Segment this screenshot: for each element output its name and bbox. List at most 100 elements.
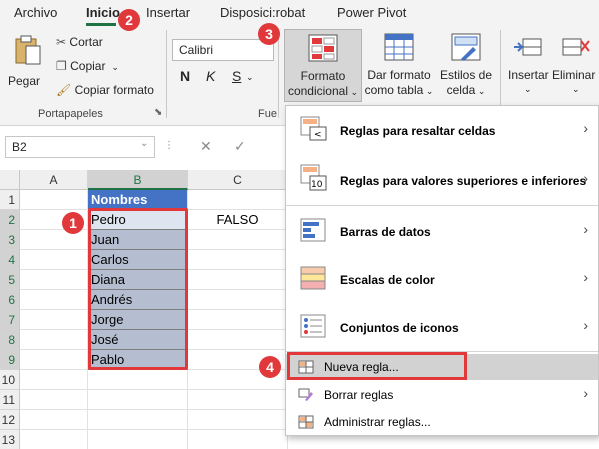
- row-header[interactable]: 4: [0, 250, 20, 270]
- cell[interactable]: [88, 370, 188, 390]
- menu-item-manage-rules[interactable]: Administrar reglas...: [286, 409, 598, 435]
- column-header-b[interactable]: B: [88, 170, 188, 190]
- cell[interactable]: [20, 290, 88, 310]
- ribbon-separator: [278, 30, 279, 118]
- row-header[interactable]: 5: [0, 270, 20, 290]
- chevron-down-icon: ⌄: [348, 87, 359, 97]
- row-header[interactable]: 2: [0, 210, 20, 230]
- cell[interactable]: [188, 230, 288, 250]
- row-header[interactable]: 11: [0, 390, 20, 410]
- format-table-label-1: Dar formato: [367, 68, 431, 82]
- cell[interactable]: [20, 350, 88, 370]
- cell[interactable]: [20, 230, 88, 250]
- copy-format-button[interactable]: 🖌 Copiar formato: [56, 83, 154, 97]
- tab-archivo[interactable]: Archivo: [14, 5, 57, 20]
- cell[interactable]: [88, 410, 188, 430]
- menu-item-data-bars[interactable]: Barras de datos ›: [286, 208, 598, 255]
- cell[interactable]: [20, 370, 88, 390]
- cell[interactable]: [20, 390, 88, 410]
- chevron-down-icon: ⌄: [475, 86, 486, 96]
- cell[interactable]: [188, 290, 288, 310]
- row-header[interactable]: 1: [0, 190, 20, 210]
- top-bottom-rules-icon: 10: [300, 164, 327, 191]
- row-header[interactable]: 12: [0, 410, 20, 430]
- dialog-launcher-icon[interactable]: ⬊: [154, 107, 162, 118]
- chevron-right-icon: ›: [583, 221, 588, 237]
- bold-button[interactable]: N: [180, 68, 190, 84]
- conditional-format-button[interactable]: Formato condicional ⌄: [284, 29, 362, 102]
- chevron-down-icon[interactable]: ⌄: [140, 138, 148, 149]
- delete-label: Eliminar: [552, 68, 596, 82]
- cancel-icon[interactable]: ✕: [200, 138, 212, 155]
- cell[interactable]: [188, 250, 288, 270]
- cell[interactable]: [20, 310, 88, 330]
- row-header[interactable]: 6: [0, 290, 20, 310]
- cell[interactable]: [188, 390, 288, 410]
- cell[interactable]: [188, 430, 288, 449]
- cell[interactable]: [20, 190, 88, 210]
- tab-inicio[interactable]: Inicio: [86, 5, 120, 20]
- chevron-down-icon: ⌄: [108, 62, 119, 72]
- tab-power-pivot[interactable]: Power Pivot: [337, 5, 406, 20]
- enter-icon[interactable]: ✓: [234, 138, 246, 155]
- cell[interactable]: [188, 190, 288, 210]
- select-all-corner[interactable]: [0, 170, 20, 190]
- new-rule-highlight: [287, 352, 467, 380]
- menu-item-clear-rules[interactable]: Borrar reglas ›: [286, 382, 598, 408]
- data-bars-icon: [300, 218, 326, 242]
- cut-button[interactable]: ✂ Cortar: [56, 35, 103, 49]
- column-header-a[interactable]: A: [20, 170, 88, 190]
- menu-item-top-bottom-rules[interactable]: 10 Reglas para valores superiores e infe…: [286, 156, 598, 203]
- paste-label: Pegar: [8, 74, 41, 88]
- cell[interactable]: [188, 310, 288, 330]
- menu-bar: Archivo Inicio Insertar Disposici:robat …: [0, 0, 599, 26]
- copy-button[interactable]: ❐ Copiar ⌄: [56, 59, 119, 73]
- tab-insertar[interactable]: Insertar: [146, 5, 190, 20]
- delete-cells-button[interactable]: Eliminar ⌄: [552, 29, 599, 102]
- step-badge: 4: [259, 356, 281, 378]
- cell[interactable]: [20, 250, 88, 270]
- clipboard-group-label: Portapapeles: [38, 108, 103, 120]
- cell[interactable]: [88, 390, 188, 410]
- row-header[interactable]: 9: [0, 350, 20, 370]
- cell[interactable]: [20, 410, 88, 430]
- step-badge: 1: [62, 212, 84, 234]
- table-format-icon: [384, 33, 414, 61]
- tab-disposicion[interactable]: Disposici:robat: [220, 5, 305, 20]
- menu-item-highlight-rules[interactable]: < Reglas para resaltar celdas ›: [286, 106, 598, 153]
- font-group-label: Fue: [258, 108, 277, 120]
- chevron-right-icon: ›: [583, 385, 588, 401]
- cell-c2[interactable]: FALSO: [188, 210, 288, 230]
- cell[interactable]: [188, 410, 288, 430]
- row-header[interactable]: 7: [0, 310, 20, 330]
- scissors-icon: ✂: [56, 35, 67, 49]
- menu-item-color-scales[interactable]: Escalas de color ›: [286, 256, 598, 303]
- column-header-c[interactable]: C: [188, 170, 288, 190]
- chevron-down-icon[interactable]: ⌄: [246, 72, 254, 83]
- cell[interactable]: [20, 330, 88, 350]
- menu-item-label: Reglas para valores superiores e inferio…: [340, 174, 587, 188]
- insert-cells-button[interactable]: Insertar ⌄: [504, 29, 552, 102]
- clipboard-icon: [15, 35, 41, 65]
- cell[interactable]: [188, 330, 288, 350]
- table-header-cell[interactable]: Nombres: [88, 190, 188, 210]
- row-header[interactable]: 8: [0, 330, 20, 350]
- menu-item-icon-sets[interactable]: Conjuntos de iconos ›: [286, 304, 598, 351]
- cell[interactable]: [20, 270, 88, 290]
- cell[interactable]: [20, 430, 88, 449]
- cell-styles-icon: [451, 33, 481, 61]
- name-box[interactable]: B2: [5, 136, 155, 158]
- underline-button[interactable]: S: [232, 68, 241, 84]
- row-header[interactable]: 13: [0, 430, 20, 449]
- row-header[interactable]: 3: [0, 230, 20, 250]
- row-header[interactable]: 10: [0, 370, 20, 390]
- cell-styles-button[interactable]: Estilos de celda ⌄: [436, 29, 496, 102]
- font-name-box[interactable]: Calibri: [172, 39, 274, 61]
- cell[interactable]: [88, 430, 188, 449]
- italic-button[interactable]: K: [206, 68, 215, 84]
- cell[interactable]: [188, 270, 288, 290]
- paste-button[interactable]: Pegar: [6, 34, 46, 96]
- copy-icon: ❐: [56, 59, 67, 73]
- format-as-table-button[interactable]: Dar formato como tabla ⌄: [364, 29, 434, 102]
- chevron-right-icon: ›: [583, 317, 588, 333]
